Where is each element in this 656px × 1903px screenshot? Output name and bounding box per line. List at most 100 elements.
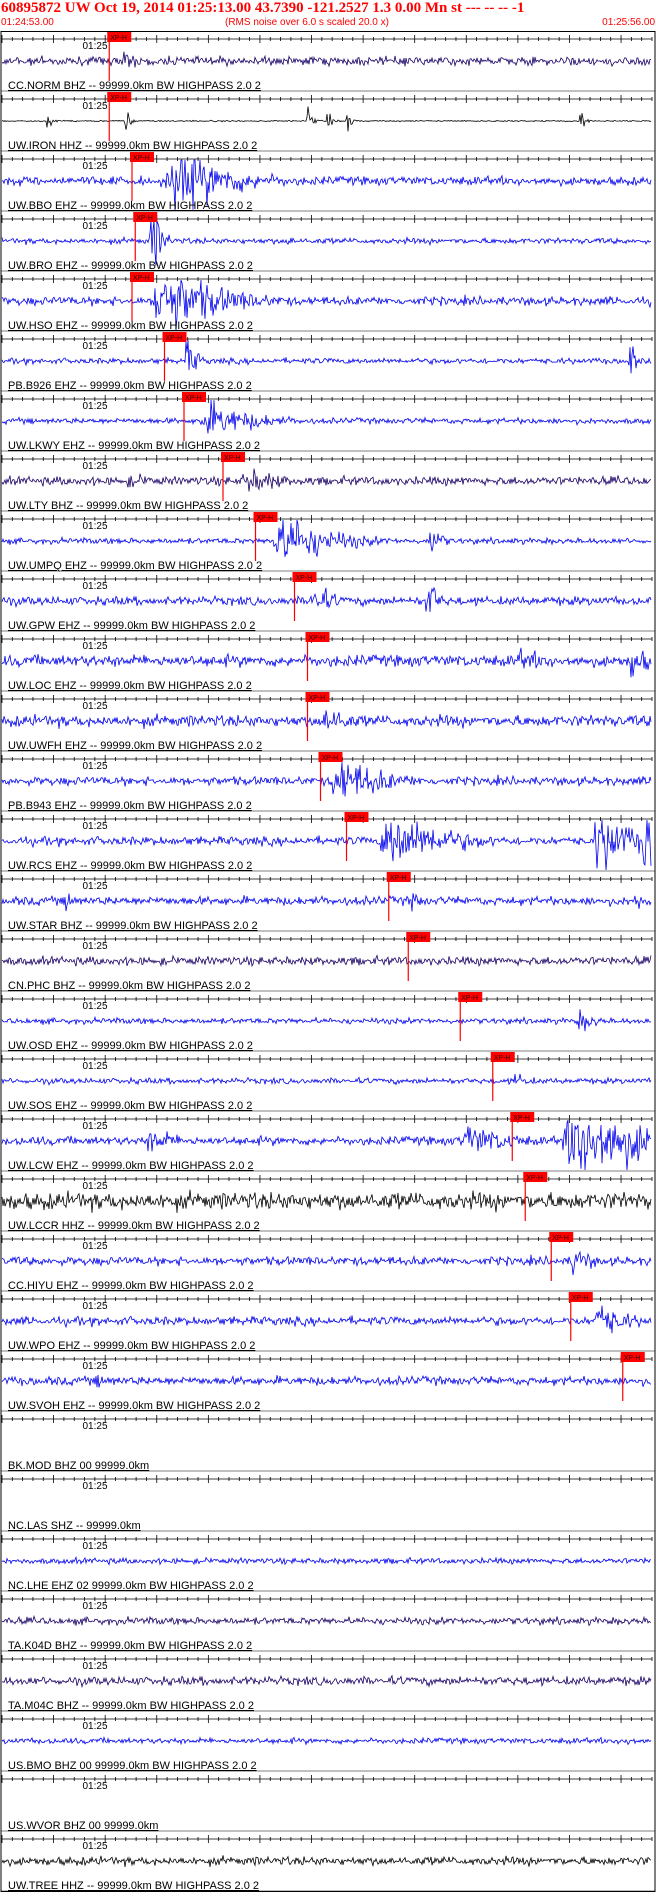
p-pick-label: XP-H (624, 1355, 641, 1362)
tick-label: 01:25 (83, 641, 108, 652)
station-label: CC.NORM BHZ -- 99999.0km BW HIGHPASS 2.0… (8, 80, 261, 92)
waveform (1, 1855, 652, 1868)
waveform (1, 1614, 652, 1627)
station-label: TA.K04D BHZ -- 99999.0km BW HIGHPASS 2.0… (8, 1640, 252, 1652)
waveform (1, 1556, 652, 1566)
p-pick-label: XP-H (296, 575, 313, 582)
tick-label: 01:25 (83, 1781, 108, 1792)
trace-row: 01:25 XP-H PB.B926 EHZ -- 99999.0km BW HIG… (1, 332, 655, 392)
waveform (1, 1009, 652, 1032)
station-label: CN.PHC BHZ -- 99999.0km BW HIGHPASS 2.0 … (8, 980, 250, 992)
p-pick-label: XP-H (461, 995, 478, 1002)
trace-row: 01:25 BK.MOD BHZ 00 99999.0km (1, 1415, 655, 1472)
p-pick-label: XP-H (309, 695, 326, 702)
waveform (1, 1250, 652, 1275)
waveform (1, 893, 652, 912)
station-label: UW.IRON HHZ -- 99999.0km BW HIGHPASS 2.0… (8, 140, 257, 152)
tick-label: 01:25 (83, 1541, 108, 1552)
tick-label: 01:25 (83, 101, 108, 112)
station-label: UW.LTY BHZ -- 99999.0km BW HIGHPASS 2.0 … (8, 500, 248, 512)
p-pick-label: XP-H (110, 95, 127, 102)
trace-row: 01:25 NC.LAS SHZ -- 99999.0km (1, 1475, 655, 1532)
tick-label: 01:25 (83, 341, 108, 352)
waveform (1, 647, 652, 678)
seismogram-panel: 01:25 XP-H CC.NORM BHZ -- 99999.0km BW HIG… (0, 31, 656, 1903)
tick-label: 01:25 (83, 1721, 108, 1732)
tick-label: 01:25 (83, 581, 108, 592)
trace-row: 01:25 TA.M04C BHZ -- 99999.0km BW HIGHPAS… (1, 1655, 655, 1712)
station-label: BK.MOD BHZ 00 99999.0km (8, 1460, 149, 1472)
station-label: UW.LCCR HHZ -- 99999.0km BW HIGHPASS 2.0… (8, 1220, 260, 1232)
trace-row: 01:25 XP-H UW.UWFH EHZ -- 99999.0km BW HIG… (1, 692, 655, 752)
trace-row: 01:25 XP-H UW.OSD EHZ -- 99999.0km BW HIGH… (1, 992, 655, 1052)
tick-label: 01:25 (83, 1361, 108, 1372)
station-label: UW.LKWY EHZ -- 99999.0km BW HIGHPASS 2.0… (8, 440, 260, 452)
p-pick-label: XP-H (409, 935, 426, 942)
p-pick-label: XP-H (494, 1055, 511, 1062)
tick-label: 01:25 (83, 1001, 108, 1012)
station-label: PB.B926 EHZ -- 99999.0km BW HIGHPASS 2.0… (8, 380, 252, 392)
tick-label: 01:25 (83, 1301, 108, 1312)
tick-label: 01:25 (83, 281, 108, 292)
station-label: UW.BRO EHZ -- 99999.0km BW HIGHPASS 2.0 … (8, 260, 253, 272)
trace-row: 01:25 XP-H UW.STAR BHZ -- 99999.0km BW HIG… (1, 872, 655, 932)
trace-row: 01:25 NC.LHE EHZ 02 99999.0km BW HIGHPASS… (1, 1535, 655, 1592)
trace-row: 01:25 XP-H UW.WPO EHZ -- 99999.0km BW HIGH… (1, 1292, 655, 1352)
station-label: UW.HSO EHZ -- 99999.0km BW HIGHPASS 2.0 … (8, 320, 253, 332)
end-time-label: 01:25:56.00 (602, 17, 655, 28)
start-time-label: 01:24:53.00 (1, 17, 54, 28)
trace-row: 01:25 XP-H UW.BBO EHZ -- 99999.0km BW HIGH… (1, 152, 655, 212)
tick-label: 01:25 (83, 1841, 108, 1852)
station-label: CC.HIYU EHZ -- 99999.0km BW HIGHPASS 2.0… (8, 1280, 254, 1292)
trace-row: 01:25 US.WVOR BHZ 00 99999.0km (1, 1775, 655, 1832)
p-pick-label: XP-H (309, 635, 326, 642)
tick-label: 01:25 (83, 161, 108, 172)
tick-label: 01:25 (83, 1601, 108, 1612)
tick-label: 01:25 (83, 1181, 108, 1192)
seismogram-plot: 01:25 XP-H CC.NORM BHZ -- 99999.0km BW HIG… (0, 31, 656, 1892)
tick-label: 01:25 (83, 1661, 108, 1672)
tick-label: 01:25 (83, 221, 108, 232)
station-label: UW.WPO EHZ -- 99999.0km BW HIGHPASS 2.0 … (8, 1340, 255, 1352)
station-label: TA.M04C BHZ -- 99999.0km BW HIGHPASS 2.0… (8, 1700, 254, 1712)
p-pick-label: XP-H (110, 35, 127, 42)
trace-row: 01:25 XP-H UW.BRO EHZ -- 99999.0km BW HIGH… (1, 212, 655, 272)
waveform (1, 954, 652, 968)
station-label: UW.LCW EHZ -- 99999.0km BW HIGHPASS 2.0 … (8, 1160, 254, 1172)
trace-row: 01:25 XP-H UW.LKWY EHZ -- 99999.0km BW HIG… (1, 392, 655, 452)
waveform (1, 51, 652, 68)
waveform (1, 1189, 652, 1213)
trace-row: 01:25 XP-H UW.UMPQ EHZ -- 99999.0km BW HIG… (1, 512, 655, 572)
tick-label: 01:25 (83, 1421, 108, 1432)
p-pick-label: XP-H (513, 1115, 530, 1122)
time-range-row: 01:24:53.00 (RMS noise over 6.0 s scaled… (0, 17, 656, 30)
station-label: UW.BBO EHZ -- 99999.0km BW HIGHPASS 2.0 … (8, 200, 252, 212)
rms-noise-note: (RMS noise over 6.0 s scaled 20.0 x) (225, 17, 389, 28)
tick-label: 01:25 (83, 1481, 108, 1492)
trace-row: 01:25 TA.K04D BHZ -- 99999.0km BW HIGHPAS… (1, 1595, 655, 1652)
station-label: UW.TREE HHZ -- 99999.0km BW HIGHPASS 2.0… (8, 1880, 259, 1892)
waveform (1, 1374, 652, 1388)
tick-label: 01:25 (83, 521, 108, 532)
station-label: UW.STAR BHZ -- 99999.0km BW HIGHPASS 2.0… (8, 920, 258, 932)
trace-row: 01:25 XP-H UW.LCCR HHZ -- 99999.0km BW HIG… (1, 1172, 655, 1232)
trace-row: 01:25 XP-H PB.B943 EHZ -- 99999.0km BW HIG… (1, 752, 655, 812)
p-pick-label: XP-H (390, 875, 407, 882)
p-pick-label: XP-H (322, 755, 339, 762)
station-label: US.WVOR BHZ 00 99999.0km (8, 1820, 158, 1832)
station-label: UW.GPW EHZ -- 99999.0km BW HIGHPASS 2.0 … (8, 620, 255, 632)
p-pick-label: XP-H (136, 215, 153, 222)
p-pick-label: XP-H (166, 335, 183, 342)
trace-row: 01:25XP-H CC.NORM BHZ -- 99999.0km BW HIG… (1, 32, 655, 92)
event-title: 60895872 UW Oct 19, 2014 01:25:13.00 43.… (1, 0, 525, 16)
p-pick-label: XP-H (526, 1175, 543, 1182)
tick-label: 01:25 (83, 1241, 108, 1252)
p-pick-label: XP-H (572, 1295, 589, 1302)
trace-row: 01:25 XP-H CN.PHC BHZ -- 99999.0km BW HIGH… (1, 932, 655, 992)
tick-label: 01:25 (83, 41, 108, 52)
station-label: UW.UMPQ EHZ -- 99999.0km BW HIGHPASS 2.0… (8, 560, 262, 572)
trace-row: 01:25 XP-H UW.GPW EHZ -- 99999.0km BW HIGH… (1, 572, 655, 632)
waveform (1, 710, 652, 729)
tick-label: 01:25 (83, 821, 108, 832)
tick-label: 01:25 (83, 1061, 108, 1072)
